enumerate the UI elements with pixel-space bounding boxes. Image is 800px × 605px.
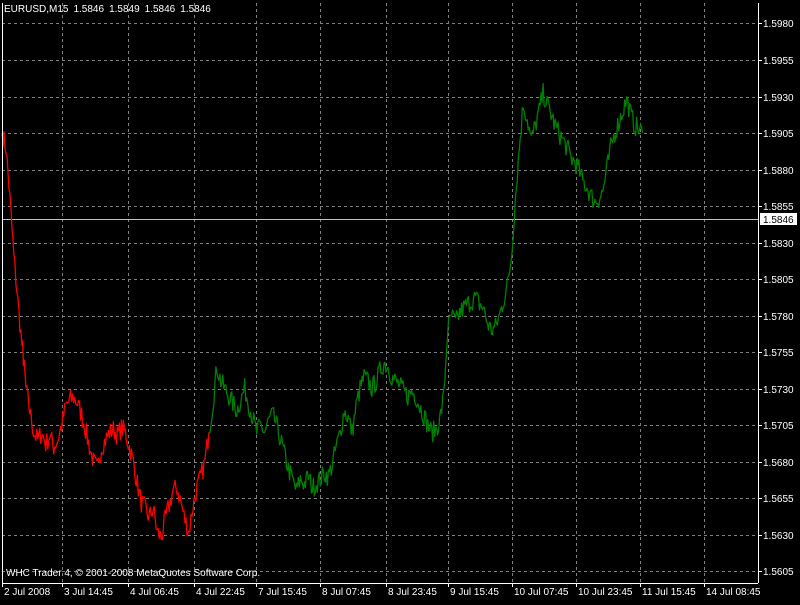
y-tick-label-12: 1.5680 — [763, 458, 794, 469]
y-tick-label-4: 1.5880 — [763, 166, 794, 177]
low-price: 1.5846 — [144, 4, 176, 15]
y-tick-label-10: 1.5730 — [763, 385, 794, 396]
x-tick-label-10: 11 Jul 15:45 — [642, 587, 696, 598]
chart-header: EURUSD,M15 1.5846 1.5849 1.5846 1.5846 — [4, 4, 216, 15]
high-price: 1.5849 — [109, 4, 140, 15]
x-tick-label-7: 9 Jul 15:45 — [450, 587, 499, 598]
y-tick-label-1: 1.5955 — [763, 56, 794, 67]
y-tick-label-9: 1.5755 — [763, 348, 794, 359]
x-tick-label-4: 7 Jul 15:45 — [258, 587, 307, 598]
y-tick-label-14: 1.5630 — [763, 531, 794, 542]
x-tick-label-0: 2 Jul 2008 — [4, 587, 51, 598]
x-tick-label-6: 8 Jul 23:45 — [388, 587, 437, 598]
x-tick-label-3: 4 Jul 22:45 — [196, 587, 245, 598]
x-tick-label-1: 3 Jul 14:45 — [64, 587, 113, 598]
x-tick-label-2: 4 Jul 06:45 — [130, 587, 179, 598]
chart-canvas[interactable]: 1.5980 1.5955 1.5930 1.5905 1.5880 1.5855 1.58… — [0, 0, 800, 600]
x-tick-label-9: 10 Jul 23:45 — [578, 587, 633, 598]
y-tick-label-2: 1.5930 — [763, 93, 794, 104]
y-tick-label-3: 1.5905 — [763, 129, 794, 140]
y-tick-label-8: 1.5780 — [763, 312, 794, 323]
y-tick-label-0: 1.5980 — [763, 19, 794, 30]
y-tick-label-5: 1.5855 — [763, 202, 794, 213]
x-tick-label-8: 10 Jul 07:45 — [514, 587, 569, 598]
open-price: 1.5846 — [73, 4, 105, 15]
y-tick-label-11: 1.5705 — [763, 421, 794, 432]
y-tick-label-6: 1.5830 — [763, 239, 794, 250]
y-tick-label-7: 1.5805 — [763, 275, 794, 286]
x-tick-label-5: 8 Jul 07:45 — [322, 587, 371, 598]
chart-background — [0, 0, 800, 600]
y-tick-label-13: 1.5655 — [763, 494, 794, 505]
price-chart[interactable]: 1.5980 1.5955 1.5930 1.5905 1.5880 1.5855 1.58… — [0, 0, 800, 600]
x-tick-label-11: 14 Jul 08:45 — [706, 587, 761, 598]
y-tick-label-15: 1.5605 — [763, 567, 794, 578]
symbol-timeframe: EURUSD,M15 — [4, 4, 69, 15]
copyright-text: WHC Trader 4, © 2001-2008 MetaQuotes Sof… — [6, 568, 261, 579]
current-price-label: 1.5846 — [763, 215, 794, 226]
close-price: 1.5846 — [180, 4, 211, 15]
